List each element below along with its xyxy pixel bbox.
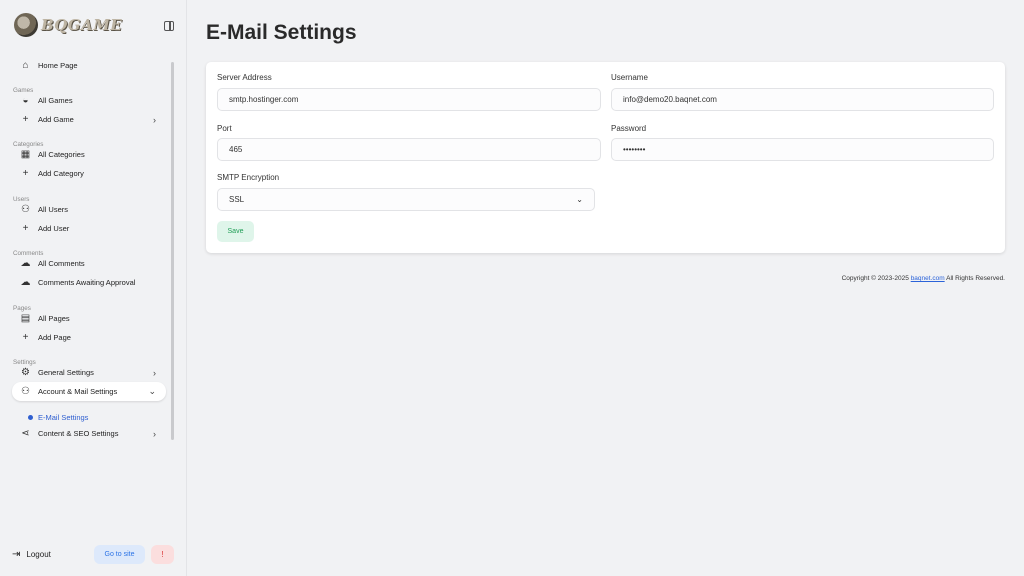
password-label: Password	[611, 124, 647, 133]
plus-icon: +	[22, 167, 29, 179]
smtp-encryption-value: SSL	[229, 195, 245, 204]
sidebar-item-content-seo-settings[interactable]: ⋖ Content & SEO Settings ›	[12, 424, 166, 443]
chevron-right-icon: ›	[153, 428, 156, 439]
chevron-down-icon: ⌄	[148, 386, 156, 396]
sidebar-item-add-game[interactable]: + Add Game ›	[12, 110, 166, 129]
sidebar-item-add-category[interactable]: + Add Category	[12, 164, 166, 183]
sidebar-item-all-pages[interactable]: ▤ All Pages	[12, 309, 166, 328]
plus-icon: +	[22, 222, 29, 234]
plus-icon: +	[22, 331, 29, 343]
copyright-footer: Copyright © 2023-2025 baqnet.com All Rig…	[842, 275, 1005, 282]
sidebar: BQGAME ⌂ Home Page Games ◒ All Games + Add Gam…	[0, 0, 187, 576]
comments-icon: ☁	[20, 257, 31, 269]
chevron-right-icon: ›	[153, 367, 156, 378]
server-address-value: smtp.hostinger.com	[229, 95, 299, 104]
sidebar-item-add-page[interactable]: + Add Page	[12, 328, 166, 347]
sidebar-subitem-email-settings[interactable]: E-Mail Settings	[28, 413, 88, 422]
username-label: Username	[611, 73, 648, 82]
chevron-right-icon: ›	[153, 114, 156, 125]
smtp-encryption-label: SMTP Encryption	[217, 173, 280, 182]
sidebar-item-all-games[interactable]: ◒ All Games	[12, 91, 166, 110]
username-value: info@demo20.baqnet.com	[623, 95, 717, 104]
sidebar-item-all-users[interactable]: ⚇ All Users	[12, 200, 166, 219]
password-input[interactable]: ••••••••	[611, 138, 994, 161]
users-gear-icon: ⚇	[21, 385, 30, 397]
home-icon: ⌂	[22, 59, 29, 71]
share-icon: ⋖	[21, 427, 30, 439]
sidebar-item-label: Add User	[38, 224, 70, 233]
password-value: ••••••••	[623, 145, 646, 154]
gear-icon: ⚙	[21, 366, 30, 378]
page-title: E-Mail Settings	[206, 21, 357, 44]
chevron-down-icon: ⌄	[576, 195, 583, 204]
port-label: Port	[217, 124, 232, 133]
email-settings-card: Server Address smtp.hostinger.com Userna…	[206, 62, 1005, 253]
server-address-input[interactable]: smtp.hostinger.com	[217, 88, 601, 111]
username-input[interactable]: info@demo20.baqnet.com	[611, 88, 994, 111]
sidebar-item-label: Account & Mail Settings	[38, 387, 118, 396]
brand-name: BQGAME	[41, 16, 123, 34]
sidebar-item-label: Add Game	[38, 115, 74, 124]
gamepad-icon: ◒	[22, 94, 29, 106]
sidebar-item-general-settings[interactable]: ⚙ General Settings ›	[12, 363, 166, 382]
sidebar-item-label: All Users	[38, 205, 69, 214]
sidebar-item-label: Comments Awaiting Approval	[38, 278, 136, 287]
sidebar-footer: ⇥ Logout Go to site !	[0, 545, 187, 565]
sidebar-item-all-categories[interactable]: ▦ All Categories	[12, 145, 166, 164]
bear-logo-icon	[14, 13, 38, 37]
sidebar-item-label: All Pages	[38, 314, 70, 323]
copyright-suffix: All Rights Reserved.	[944, 275, 1005, 282]
sidebar-subitem-label: E-Mail Settings	[38, 413, 89, 422]
sidebar-scrollbar[interactable]	[171, 62, 174, 440]
sidebar-item-label: All Categories	[38, 150, 85, 159]
sidebar-item-label: Home Page	[38, 61, 78, 70]
sidebar-item-all-comments[interactable]: ☁ All Comments	[12, 254, 166, 273]
sidebar-item-add-user[interactable]: + Add User	[12, 219, 166, 238]
baqnet-link[interactable]: baqnet.com	[911, 275, 945, 282]
save-button[interactable]: Save	[217, 221, 254, 242]
sidebar-toggle-icon[interactable]	[164, 21, 174, 31]
copyright-prefix: Copyright © 2023-2025	[841, 275, 911, 282]
plus-icon: +	[22, 113, 29, 125]
sidebar-item-home-page[interactable]: ⌂ Home Page	[12, 58, 166, 75]
port-input[interactable]: 465	[217, 138, 601, 161]
sidebar-item-label: General Settings	[38, 368, 94, 377]
file-icon: ▤	[20, 312, 31, 324]
port-value: 465	[229, 145, 243, 154]
go-to-site-button[interactable]: Go to site	[94, 545, 145, 564]
alert-button[interactable]: !	[151, 545, 174, 564]
logout-icon: ⇥	[12, 549, 21, 560]
sidebar-nav: ⌂ Home Page Games ◒ All Games + Add Game › Categ…	[0, 58, 172, 460]
sidebar-item-account-mail-settings[interactable]: ⚇ Account & Mail Settings ⌄	[12, 382, 166, 401]
sidebar-item-label: All Games	[38, 96, 73, 105]
active-dot-icon	[28, 415, 33, 420]
sidebar-item-label: Add Page	[38, 333, 71, 342]
sidebar-item-comments-awaiting-approval[interactable]: ☁ Comments Awaiting Approval	[12, 273, 166, 292]
logout-button[interactable]: ⇥ Logout	[12, 549, 51, 560]
sidebar-item-label: Add Category	[38, 169, 84, 178]
logout-label: Logout	[26, 550, 51, 559]
server-address-label: Server Address	[217, 73, 272, 82]
sidebar-item-label: Content & SEO Settings	[38, 429, 119, 438]
users-icon: ⚇	[21, 203, 30, 215]
brand-logo[interactable]: BQGAME	[14, 13, 122, 37]
smtp-encryption-select[interactable]: SSL ⌄	[217, 188, 595, 211]
comment-dots-icon: ☁	[20, 276, 31, 288]
sidebar-item-label: All Comments	[38, 259, 85, 268]
grid-icon: ▦	[20, 148, 31, 160]
